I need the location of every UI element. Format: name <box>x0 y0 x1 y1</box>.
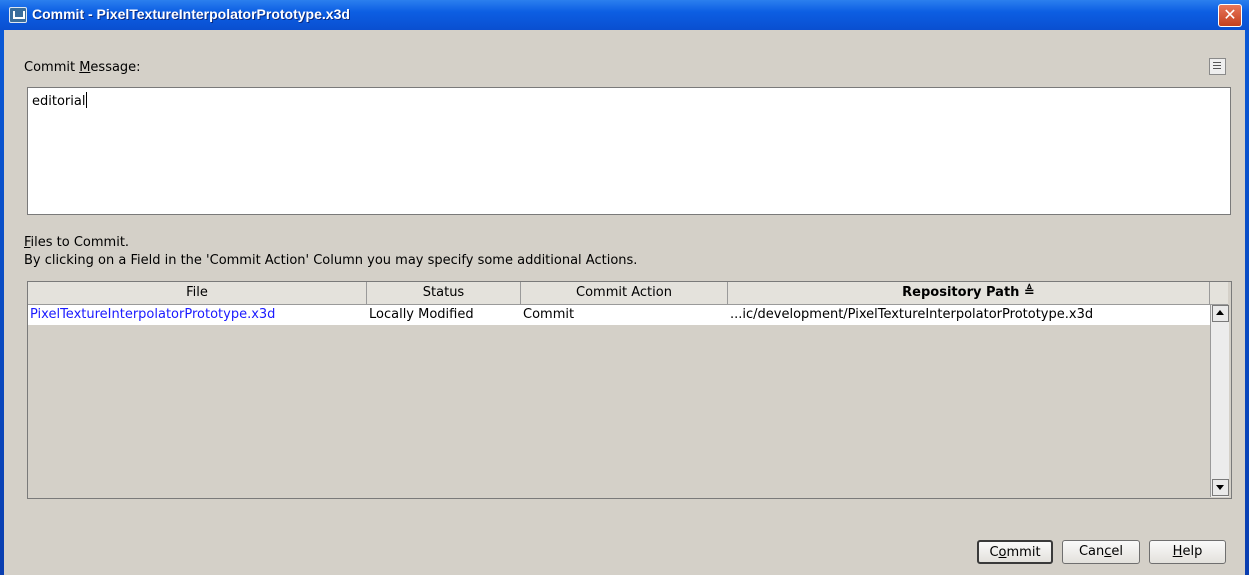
column-header-status[interactable]: Status <box>367 282 521 305</box>
cancel-button[interactable]: Cancel <box>1062 540 1140 564</box>
scroll-up-button[interactable] <box>1212 305 1229 322</box>
help-button[interactable]: Help <box>1149 540 1226 564</box>
files-hint-text: By clicking on a Field in the 'Commit Ac… <box>24 253 638 268</box>
app-icon <box>9 7 27 23</box>
table-cell-commit-action[interactable]: Commit <box>521 305 728 325</box>
table-corner <box>1210 282 1228 305</box>
commit-message-input[interactable]: editorial <box>27 87 1231 215</box>
text-caret <box>86 92 88 108</box>
files-table: File Status Commit Action Repository Pat… <box>27 281 1232 499</box>
dialog-body: Commit Message: editorial Files to Commi… <box>4 30 1245 575</box>
message-template-icon[interactable] <box>1209 58 1226 75</box>
column-header-file[interactable]: File <box>28 282 367 305</box>
title-bar: Commit - PixelTextureInterpolatorPrototy… <box>0 0 1249 30</box>
window-title: Commit - PixelTextureInterpolatorPrototy… <box>32 6 350 22</box>
table-cell-repository-path[interactable]: ...ic/development/PixelTextureInterpolat… <box>728 305 1210 325</box>
column-header-commit-action[interactable]: Commit Action <box>521 282 728 305</box>
arrow-up-icon <box>1216 310 1224 315</box>
arrow-down-icon <box>1216 485 1224 490</box>
table-cell-file[interactable]: PixelTextureInterpolatorPrototype.x3d <box>28 305 367 325</box>
table-scrollbar[interactable] <box>1210 305 1229 497</box>
scroll-down-button[interactable] <box>1212 479 1229 496</box>
table-cell-status[interactable]: Locally Modified <box>367 305 521 325</box>
commit-button[interactable]: Commit <box>977 540 1053 564</box>
files-to-commit-label: Files to Commit. <box>24 235 130 250</box>
close-button[interactable]: ✕ <box>1218 4 1242 27</box>
column-header-repository-path[interactable]: Repository Path ≜ <box>728 282 1210 305</box>
commit-message-label: Commit Message: <box>24 60 141 75</box>
commit-message-text: editorial <box>32 94 86 109</box>
